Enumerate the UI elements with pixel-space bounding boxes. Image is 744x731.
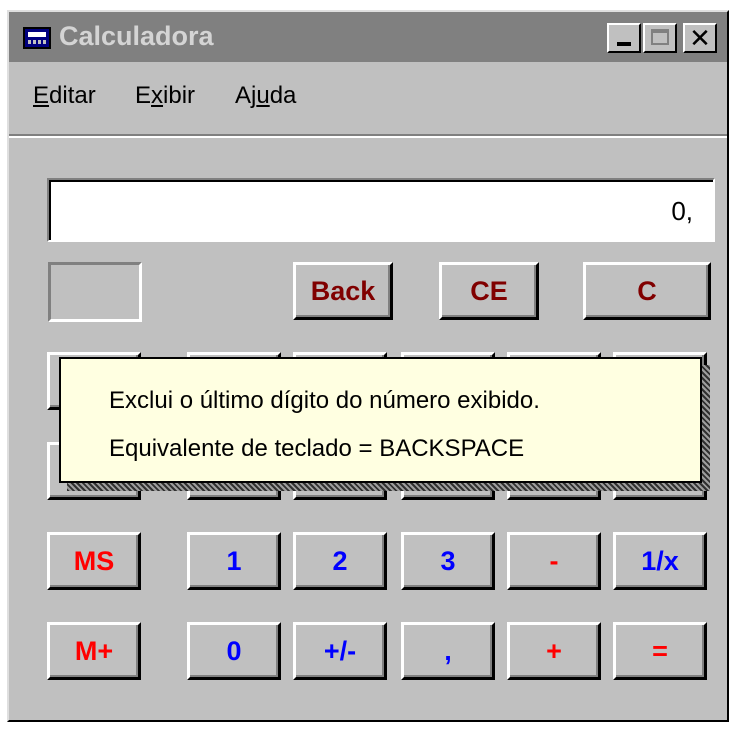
menu-separator xyxy=(9,134,727,138)
back-button[interactable]: Back xyxy=(293,262,393,320)
menu-accelerator: E xyxy=(33,82,50,109)
menu-bar: Editar Exibir Ajuda xyxy=(9,68,727,118)
key-3[interactable]: 3 xyxy=(401,532,495,590)
key-2[interactable]: 2 xyxy=(293,532,387,590)
close-button[interactable]: ✕ xyxy=(683,23,717,53)
reciprocal-button[interactable]: 1/x xyxy=(613,532,707,590)
title-bar[interactable]: Calculadora ✕ xyxy=(9,12,727,62)
ms-button[interactable]: MS xyxy=(47,532,141,590)
plus-button[interactable]: + xyxy=(507,622,601,680)
window-title: Calculadora xyxy=(59,21,214,51)
menu-editar[interactable]: Editar xyxy=(33,82,96,110)
calculator-window: Calculadora ✕ Editar Exibir Ajuda 0, Bac… xyxy=(7,10,729,722)
equals-button[interactable]: = xyxy=(613,622,707,680)
close-icon: ✕ xyxy=(689,23,711,53)
menu-label-part: ditar xyxy=(49,82,96,109)
display-value: 0, xyxy=(671,196,693,226)
calculator-display: 0, xyxy=(47,178,715,242)
tooltip-line-2: Equivalente de teclado = BACKSPACE xyxy=(109,435,525,462)
menu-exibir[interactable]: Exibir xyxy=(135,82,195,110)
display-inner-border xyxy=(49,180,713,240)
menu-label-part: Aj xyxy=(235,82,257,109)
menu-accelerator: u xyxy=(256,82,270,109)
menu-ajuda[interactable]: Ajuda xyxy=(235,82,296,110)
decimal-button[interactable]: , xyxy=(401,622,495,680)
menu-accelerator: x xyxy=(151,82,164,109)
calculator-app-icon[interactable] xyxy=(23,27,51,49)
ce-button[interactable]: CE xyxy=(439,262,539,320)
clear-button[interactable]: C xyxy=(583,262,711,320)
menu-label-part: E xyxy=(135,82,152,109)
sign-button[interactable]: +/- xyxy=(293,622,387,680)
menu-label-part: da xyxy=(269,82,297,109)
mplus-button[interactable]: M+ xyxy=(47,622,141,680)
tooltip: Exclui o último dígito do número exibido… xyxy=(59,357,702,483)
menu-label-part: ibir xyxy=(163,82,196,109)
minimize-button[interactable] xyxy=(607,23,641,53)
key-0[interactable]: 0 xyxy=(187,622,281,680)
memory-indicator xyxy=(48,262,142,322)
tooltip-line-1: Exclui o último dígito do número exibido… xyxy=(109,387,540,414)
minus-button[interactable]: - xyxy=(507,532,601,590)
key-1[interactable]: 1 xyxy=(187,532,281,590)
maximize-button[interactable] xyxy=(643,23,677,53)
